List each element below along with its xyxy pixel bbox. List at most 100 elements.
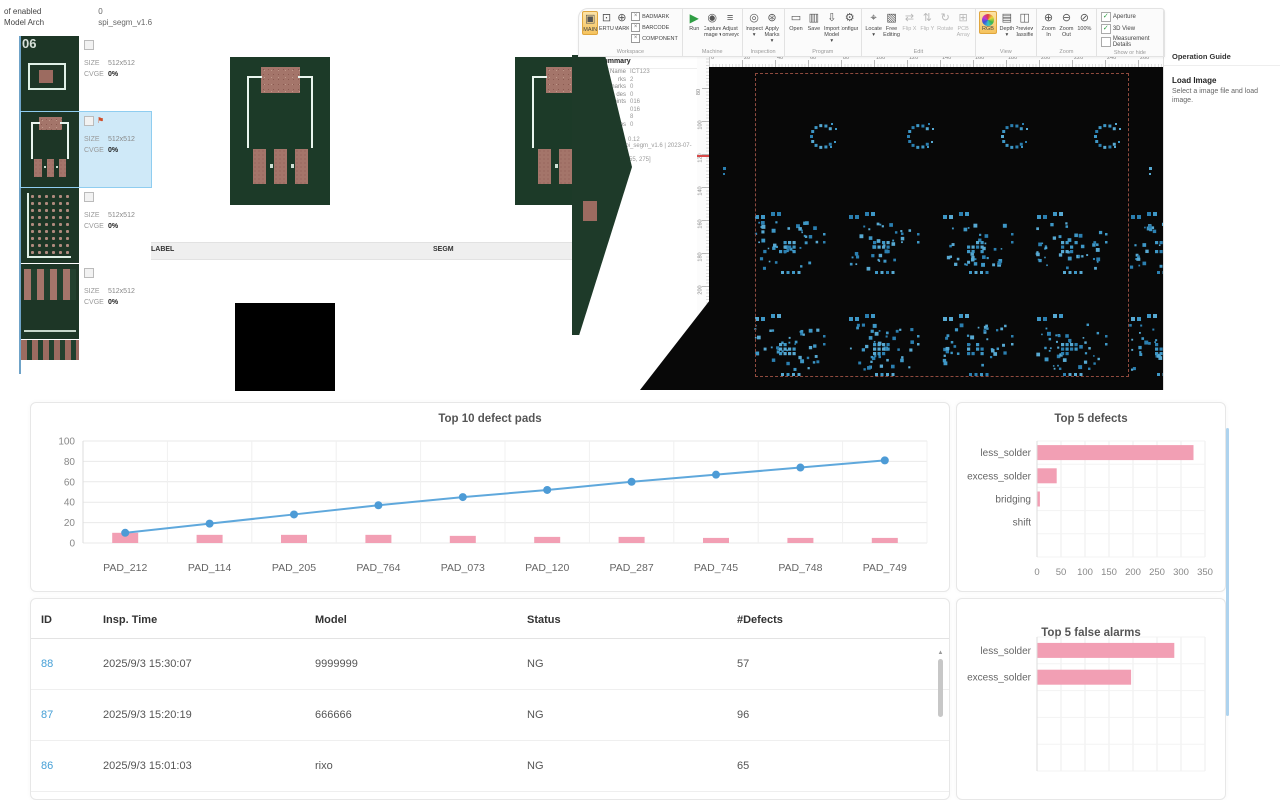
scroll-up-icon[interactable]: ▲ [937,649,944,657]
configure-button[interactable]: ⚙Configure [841,11,858,33]
size-value: 512x512 [108,58,135,69]
pcb-inspection-viewport[interactable] [709,67,1163,390]
thumbnail-overlay-number: 06 [22,36,36,51]
open-button[interactable]: ▭Open [788,11,805,33]
zoom-in-button[interactable]: ⊕Zoom In [1040,11,1057,39]
pcb-array-button[interactable]: ⊞PCB Array [955,11,972,39]
zoom-out-button[interactable]: ⊖Zoom Out [1058,11,1075,39]
x-tick-label: 250 [1149,567,1165,578]
workspace-check-badmark[interactable]: ×BADMARK [631,12,678,21]
import-button[interactable]: ⇩Import Model ▾ [823,11,840,45]
toolbar-button-label: Locate ▾ [865,26,882,38]
toolbar-button-label: Depth ▾ [998,26,1015,38]
silkscreen-bracket [298,76,313,148]
defect-point [796,464,804,472]
inspection-dashboard: Top 10 defect pads 020406080100PAD_212PA… [0,398,1280,800]
x-tick-label: 350 [1197,567,1213,578]
mark-button[interactable]: ⊕MARK [615,11,629,33]
summary-field-value: 8 [630,114,633,122]
main-icon: ▣ [585,13,595,27]
x-tick-label: 200 [1125,567,1141,578]
defect-bar [281,535,307,543]
toolbar-group-label: Inspection [746,48,781,55]
coverage-label: CVGE [84,297,108,308]
line-chart-canvas: 020406080100PAD_212PAD_114PAD_205PAD_764… [37,431,943,588]
segm-column-header: SEGM [433,246,454,253]
locate-button[interactable]: ⌖Locate ▾ [865,11,882,39]
flip-y-button[interactable]: ⇅Flip Y [919,11,936,33]
inspection-id-link[interactable]: 86 [31,741,93,792]
board-boundary-marker [755,73,1129,377]
solder-pad [583,201,597,221]
sidebar-thumbnail-item[interactable]: ⚑SIZE512x512CVGE0% [21,112,151,187]
rgb-button[interactable]: RGB [979,11,998,34]
capture-icon: ◉ [707,12,717,26]
thumbnail-checkbox[interactable] [84,192,94,202]
defect-hbar [1038,492,1040,507]
sidebar-thumbnail-item[interactable]: SIZE512x512CVGE0% [21,188,151,263]
save-button[interactable]: ▥Save [805,11,822,33]
guide-step-description: Select a image file and load image. [1164,87,1280,105]
sidebar-thumbnail-item[interactable]: 06SIZE512x512CVGE0% [21,36,151,111]
zoom-100-button[interactable]: ⊘100% [1076,11,1093,33]
solder-paste-cluster [261,67,300,92]
size-label: SIZE [84,134,108,145]
apply-marks-button[interactable]: ⊛Apply Marks ▾ [764,11,781,45]
column-header: Insp. Time [93,599,305,639]
aperture-button[interactable]: ⊡APERTURE [599,11,613,33]
capture-button[interactable]: ◉Capture Image ▾ [704,11,721,39]
pcb-thumbnail-image [21,112,79,187]
toolbar-button-label: Run [689,26,699,32]
scroll-accent-bar[interactable] [1226,428,1229,716]
run-button[interactable]: ▶Run [686,11,703,33]
showhide-check-3d-view[interactable]: ✓3D View [1101,24,1159,34]
label-column-header: LABEL [151,246,174,253]
thumbnail-checkbox[interactable] [84,116,94,126]
x-tick-label: 300 [1173,567,1189,578]
guide-step-title: Load Image [1164,66,1280,87]
checkbox-label: 3D View [1113,26,1135,32]
inspect-button[interactable]: ◎Inspect ▾ [746,11,763,39]
x-category-label: PAD_748 [778,562,822,574]
column-header: #Defects [727,599,949,639]
depth-button[interactable]: ▤Depth ▾ [998,11,1015,39]
table-row[interactable]: 872025/9/3 15:20:19666666NG96 [31,690,949,741]
run-icon: ▶ [690,12,699,26]
showhide-check-aperture[interactable]: ✓Aperture [1101,12,1159,22]
preview-button[interactable]: ◫Preview Classified [1016,11,1033,39]
coverage-label: CVGE [84,145,108,156]
sidebar-thumbnail-item[interactable]: SIZE512x512CVGE0% [21,264,151,339]
thumbnail-checkbox[interactable] [84,268,94,278]
inspection-id-link[interactable]: 87 [31,690,93,741]
checkbox-label: Aperture [1113,14,1136,20]
inspection-id-link[interactable]: 88 [31,639,93,690]
x-category-label: PAD_287 [610,562,654,574]
open-icon: ▭ [791,12,801,26]
x-tick-label: 150 [1101,567,1117,578]
toolbar-button-label: MAIN [583,27,597,33]
toolbar-group-label: Workspace [582,48,679,55]
workspace-check-barcode[interactable]: ×BARCODE [631,23,678,32]
flip-x-button[interactable]: ⇄Flip X [901,11,918,33]
table-row[interactable]: 862025/9/3 15:01:03rixoNG65 [31,741,949,792]
defect-point [628,478,636,486]
table-scrollbar[interactable]: ▲ [937,649,944,794]
thumbnail-checkbox[interactable] [84,40,94,50]
rotate-button[interactable]: ↻Rotate [937,11,954,33]
table-row[interactable]: 882025/9/3 15:30:079999999NG57 [31,639,949,690]
scrollbar-thumb[interactable] [938,659,943,717]
model-arch-value: spi_segm_v1.6 [98,18,152,27]
flip-x-icon: ⇄ [905,12,914,26]
showhide-check-measurement-details[interactable]: Measurement Details [1101,36,1159,48]
conveyor-button[interactable]: ≡Adjust Conveyor [722,11,739,39]
solder-pad [59,159,67,177]
solder-pad [295,149,308,185]
summary-field-value: 0 [630,84,633,92]
top10-defect-pads-card: Top 10 defect pads 020406080100PAD_212PA… [30,402,950,592]
toolbar-button-label: Zoom Out [1058,26,1075,38]
toolbar-button-label: Zoom In [1040,26,1057,38]
free-edit-button[interactable]: ▧Free Editing [883,11,900,39]
main-button[interactable]: ▣MAIN [582,11,598,35]
category-label: less_solder [980,448,1031,459]
workspace-check-component[interactable]: ×COMPONENT [631,34,678,43]
